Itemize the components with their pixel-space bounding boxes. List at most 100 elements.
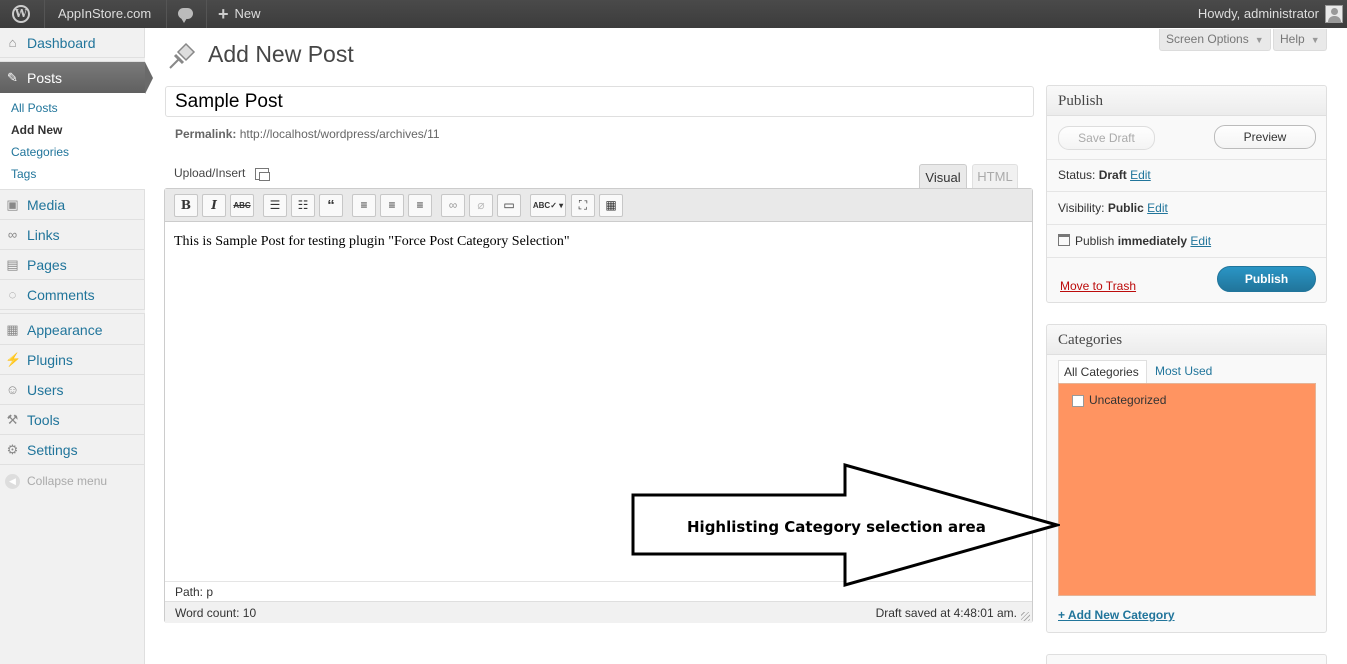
wordpress-menu[interactable]: W bbox=[0, 0, 44, 28]
new-content-menu[interactable]: + New bbox=[218, 0, 261, 28]
menu-label: Appearance bbox=[27, 322, 103, 338]
submenu-add-new[interactable]: Add New bbox=[11, 123, 62, 137]
kitchen-sink-icon: ▦ bbox=[605, 198, 617, 212]
menu-label: Settings bbox=[27, 442, 78, 458]
insert-link-button[interactable]: ∞ bbox=[441, 194, 465, 217]
annotation-text: Highlisting Category selection area bbox=[687, 518, 986, 536]
save-draft-button[interactable]: Save Draft bbox=[1058, 126, 1155, 150]
collapse-menu[interactable]: ◀ Collapse menu bbox=[5, 474, 107, 490]
menu-links[interactable]: ∞ Links bbox=[0, 220, 145, 250]
blockquote-button[interactable]: “ bbox=[319, 194, 343, 217]
media-icon: ▣ bbox=[6, 197, 19, 212]
menu-tools[interactable]: ⚒ Tools bbox=[0, 405, 145, 435]
screen-options-button[interactable]: Screen Options ▼ bbox=[1159, 29, 1271, 51]
admin-bar-divider bbox=[44, 0, 45, 28]
account-menu[interactable]: Howdy, administrator bbox=[1198, 0, 1319, 28]
editor-content[interactable]: This is Sample Post for testing plugin "… bbox=[174, 234, 570, 250]
calendar-icon bbox=[1058, 234, 1070, 246]
bullet-list-button[interactable]: ☰ bbox=[263, 194, 287, 217]
tab-all-categories[interactable]: All Categories bbox=[1058, 360, 1147, 383]
align-right-button[interactable]: ≡ bbox=[408, 194, 432, 217]
align-left-icon: ≡ bbox=[360, 198, 368, 212]
current-menu-arrow-icon bbox=[145, 62, 153, 94]
menu-label: Posts bbox=[27, 70, 63, 86]
submenu-tags[interactable]: Tags bbox=[11, 167, 36, 181]
publish-time-label: Publish bbox=[1075, 234, 1115, 248]
caret-down-icon: ▼ bbox=[1254, 35, 1264, 45]
category-checkbox[interactable] bbox=[1072, 395, 1084, 407]
menu-media[interactable]: ▣ Media bbox=[0, 190, 145, 220]
italic-button[interactable]: I bbox=[202, 194, 226, 217]
publish-button[interactable]: Publish bbox=[1217, 266, 1316, 292]
site-name-link[interactable]: AppInStore.com bbox=[58, 0, 151, 28]
status-label: Status: bbox=[1058, 168, 1096, 182]
editor-status-bar: Word count: 10 Draft saved at 4:48:01 am… bbox=[165, 601, 1032, 623]
new-label: New bbox=[234, 6, 261, 21]
menu-plugins[interactable]: ⚡ Plugins bbox=[0, 345, 145, 375]
comment-bubble-icon bbox=[178, 8, 193, 23]
admin-bar-divider bbox=[166, 0, 167, 28]
edit-status-link[interactable]: Edit bbox=[1130, 168, 1151, 182]
fullscreen-icon: ⛶ bbox=[578, 198, 588, 212]
permalink-url[interactable]: http://localhost/wordpress/archives/11 bbox=[240, 127, 440, 141]
resize-handle-icon[interactable] bbox=[1021, 612, 1030, 621]
edit-visibility-link[interactable]: Edit bbox=[1147, 201, 1168, 215]
preview-button[interactable]: Preview bbox=[1214, 125, 1316, 149]
align-left-button[interactable]: ≡ bbox=[352, 194, 376, 217]
pushpin-icon bbox=[169, 42, 196, 69]
help-label: Help bbox=[1280, 32, 1305, 46]
menu-separator bbox=[0, 310, 145, 314]
strikethrough-button[interactable]: ABC bbox=[230, 194, 254, 217]
add-media-icon[interactable] bbox=[254, 167, 270, 181]
edit-timestamp-link[interactable]: Edit bbox=[1190, 234, 1211, 248]
collapse-arrow-icon: ◀ bbox=[5, 474, 20, 490]
unlink-button[interactable]: ⌀ bbox=[469, 194, 493, 217]
divider bbox=[1047, 224, 1326, 225]
visibility-label: Visibility: bbox=[1058, 201, 1105, 215]
divider bbox=[1047, 257, 1326, 258]
publish-box-title[interactable]: Publish bbox=[1047, 86, 1326, 116]
help-button[interactable]: Help ▼ bbox=[1273, 29, 1327, 51]
submenu-all-posts[interactable]: All Posts bbox=[11, 101, 58, 115]
tab-most-used[interactable]: Most Used bbox=[1150, 360, 1217, 383]
fullscreen-button[interactable]: ⛶ bbox=[571, 194, 595, 217]
menu-settings[interactable]: ⚙ Settings bbox=[0, 435, 145, 465]
editor-toolbar: B I ABC ☰ ☷ “ ≡ ≡ ≡ ∞ ⌀ ▭ ABC✓ ▾ ⛶ ▦ bbox=[165, 189, 1032, 222]
comments-link[interactable] bbox=[170, 0, 206, 28]
bold-button[interactable]: B bbox=[174, 194, 198, 217]
categories-box-title[interactable]: Categories bbox=[1047, 325, 1326, 355]
quote-icon: “ bbox=[327, 197, 335, 214]
menu-comments[interactable]: ◌ Comments bbox=[0, 280, 145, 310]
numbered-list-button[interactable]: ☷ bbox=[291, 194, 315, 217]
menu-users[interactable]: ☺ Users bbox=[0, 375, 145, 405]
settings-icon: ⚙ bbox=[6, 442, 19, 457]
spellcheck-button[interactable]: ABC✓ ▾ bbox=[530, 194, 566, 217]
kitchen-sink-button[interactable]: ▦ bbox=[599, 194, 623, 217]
visibility-value: Public bbox=[1107, 201, 1144, 215]
path-value[interactable]: p bbox=[206, 585, 213, 599]
menu-appearance[interactable]: ▦ Appearance bbox=[0, 315, 145, 345]
post-title-input[interactable] bbox=[165, 86, 1034, 117]
align-center-icon: ≡ bbox=[388, 198, 396, 212]
menu-label: Tools bbox=[27, 412, 60, 428]
word-count: Word count: 10 bbox=[175, 606, 257, 620]
upload-insert[interactable]: Upload/Insert bbox=[174, 166, 270, 181]
divider bbox=[1047, 159, 1326, 160]
category-label[interactable]: Uncategorized bbox=[1089, 393, 1166, 407]
menu-label: Links bbox=[27, 227, 60, 243]
align-center-button[interactable]: ≡ bbox=[380, 194, 404, 217]
tab-visual[interactable]: Visual bbox=[919, 164, 967, 189]
comments-icon: ◌ bbox=[8, 287, 17, 302]
menu-posts[interactable]: ✎ Posts bbox=[0, 62, 153, 94]
menu-dashboard[interactable]: ⌂ Dashboard bbox=[0, 28, 145, 58]
path-label: Path: bbox=[175, 585, 204, 599]
move-to-trash-link[interactable]: Move to Trash bbox=[1060, 279, 1136, 293]
avatar[interactable] bbox=[1325, 5, 1343, 23]
submenu-categories[interactable]: Categories bbox=[11, 145, 69, 159]
status-line: Status: Draft Edit bbox=[1058, 168, 1151, 182]
insert-more-button[interactable]: ▭ bbox=[497, 194, 521, 217]
appearance-icon: ▦ bbox=[6, 322, 19, 337]
add-new-category-link[interactable]: + Add New Category bbox=[1058, 608, 1175, 622]
menu-pages[interactable]: ▤ Pages bbox=[0, 250, 145, 280]
tab-html[interactable]: HTML bbox=[972, 164, 1018, 188]
